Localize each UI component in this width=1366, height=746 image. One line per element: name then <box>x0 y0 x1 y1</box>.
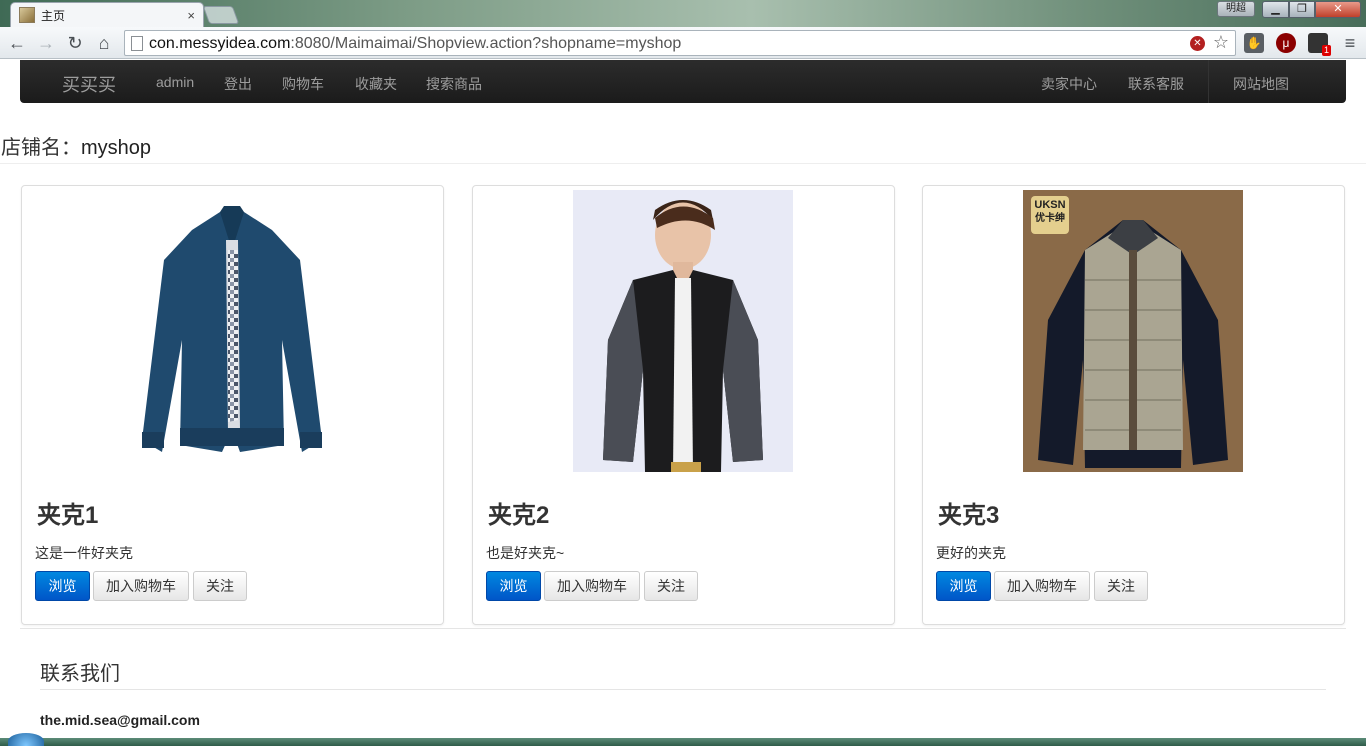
forward-arrow-icon[interactable]: → <box>36 33 56 53</box>
minimize-button[interactable]: ▁ <box>1262 1 1289 18</box>
follow-button[interactable]: 关注 <box>193 571 247 601</box>
start-button-icon[interactable] <box>8 733 44 746</box>
contact-title: 联系我们 <box>40 663 120 685</box>
shop-name: myshop <box>81 137 152 159</box>
product-card: UKSN 优卡绅 夹克3 更好的夹克 浏览 加入购物车 关注 <box>922 185 1345 625</box>
product-card: 夹克2 也是好夹克~ 浏览 加入购物车 关注 <box>472 185 895 625</box>
profile-badge[interactable]: 明超 <box>1217 1 1255 17</box>
stop-icon[interactable]: ✕ <box>1190 36 1205 51</box>
page-icon <box>131 36 143 51</box>
browser-tab[interactable]: 主页 × <box>10 2 204 27</box>
shop-title: 店铺名：myshop <box>1 131 151 160</box>
nav-site-map[interactable]: 网站地图 <box>1233 74 1289 94</box>
add-to-cart-button[interactable]: 加入购物车 <box>994 571 1090 601</box>
product-name: 夹克2 <box>488 502 550 529</box>
product-name: 夹克3 <box>938 502 1000 529</box>
add-to-cart-button[interactable]: 加入购物车 <box>93 571 189 601</box>
tab-title: 主页 <box>41 8 66 23</box>
product-description: 更好的夹克 <box>936 545 1006 561</box>
product-image-blue-jacket[interactable] <box>122 190 342 472</box>
nav-favorites[interactable]: 收藏夹 <box>355 74 397 94</box>
ublock-icon[interactable]: μ <box>1276 33 1296 53</box>
menu-icon[interactable]: ≡ <box>1340 33 1360 53</box>
divider <box>40 689 1326 690</box>
nav-seller-center[interactable]: 卖家中心 <box>1041 74 1097 94</box>
extension-badge-icon[interactable]: 1 <box>1308 33 1331 56</box>
product-image-leather-jacket[interactable] <box>573 190 793 472</box>
divider <box>20 628 1346 629</box>
divider <box>0 163 1366 164</box>
close-window-button[interactable]: ✕ <box>1315 1 1361 18</box>
nav-divider <box>1208 60 1209 103</box>
new-tab-button[interactable] <box>202 6 240 24</box>
nav-logout[interactable]: 登出 <box>224 74 252 94</box>
add-to-cart-button[interactable]: 加入购物车 <box>544 571 640 601</box>
product-name: 夹克1 <box>37 502 99 529</box>
home-icon[interactable]: ⌂ <box>94 33 114 53</box>
product-description: 这是一件好夹克 <box>35 545 133 561</box>
maximize-button[interactable]: ❐ <box>1289 1 1315 18</box>
contact-email[interactable]: the.mid.sea@gmail.com <box>40 712 200 728</box>
browse-button[interactable]: 浏览 <box>486 571 541 601</box>
address-bar[interactable]: con.messyidea.com:8080/Maimaimai/Shopvie… <box>124 30 1236 56</box>
bookmark-star-icon[interactable]: ☆ <box>1213 32 1229 53</box>
back-arrow-icon[interactable]: ← <box>7 33 27 53</box>
nav-admin[interactable]: admin <box>156 74 194 90</box>
tab-close-icon[interactable]: × <box>187 8 195 23</box>
nav-customer-service[interactable]: 联系客服 <box>1128 74 1184 94</box>
browse-button[interactable]: 浏览 <box>35 571 90 601</box>
browse-button[interactable]: 浏览 <box>936 571 991 601</box>
extension-icon[interactable]: ✋ <box>1244 33 1264 53</box>
reload-icon[interactable]: ↻ <box>65 33 85 53</box>
browser-titlebar: 主页 × 明超 ▁ ❐ ✕ <box>0 0 1366 27</box>
product-card: 夹克1 这是一件好夹克 浏览 加入购物车 关注 <box>21 185 444 625</box>
site-navbar: 买买买 admin 登出 购物车 收藏夹 搜索商品 卖家中心 联系客服 网站地图 <box>20 60 1346 103</box>
os-taskbar <box>0 738 1366 746</box>
nav-cart[interactable]: 购物车 <box>282 74 324 94</box>
follow-button[interactable]: 关注 <box>644 571 698 601</box>
nav-search-products[interactable]: 搜索商品 <box>426 74 482 94</box>
page-favicon-icon <box>19 7 35 23</box>
shop-label: 店铺名： <box>1 137 81 159</box>
product-description: 也是好夹克~ <box>486 545 565 561</box>
url-text[interactable]: con.messyidea.com:8080/Maimaimai/Shopvie… <box>149 35 681 53</box>
product-image-down-jacket[interactable]: UKSN 优卡绅 <box>1023 190 1243 472</box>
brand-logo-uksn: UKSN 优卡绅 <box>1034 199 1066 224</box>
brand-logo[interactable]: 买买买 <box>62 71 116 97</box>
follow-button[interactable]: 关注 <box>1094 571 1148 601</box>
browser-toolbar: ← → ↻ ⌂ con.messyidea.com:8080/Maimaimai… <box>0 27 1366 59</box>
